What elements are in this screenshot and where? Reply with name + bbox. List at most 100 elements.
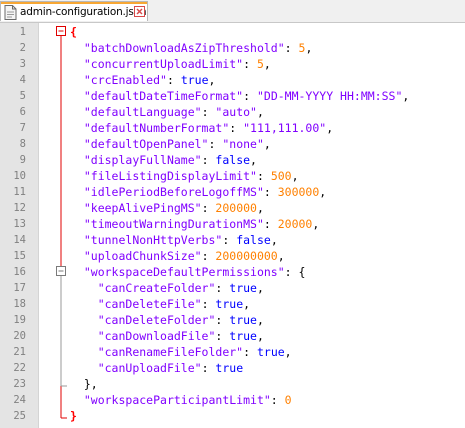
code-line[interactable]: 18 "canDeleteFile": true,	[0, 296, 465, 312]
code-line[interactable]: 1{	[0, 24, 465, 40]
json-key: "keepAlivePingMS"	[83, 201, 202, 215]
json-punct: ,	[256, 313, 264, 327]
json-key: "canRenameFileFolder"	[97, 345, 244, 359]
code-text: "fileListingDisplayLimit": 500,	[83, 169, 299, 183]
json-value: },	[83, 377, 98, 391]
code-line[interactable]: 17 "canCreateFolder": true,	[0, 280, 465, 296]
json-key: "batchDownloadAsZipThreshold"	[83, 41, 285, 55]
json-key: "idlePeriodBeforeLogoffMS"	[83, 185, 264, 199]
json-key: "defaultNumberFormat"	[83, 121, 230, 135]
code-line[interactable]: 12 "keepAlivePingMS": 200000,	[0, 200, 465, 216]
json-punct: ,	[256, 281, 264, 295]
code-line[interactable]: 20 "canDownloadFile": true,	[0, 328, 465, 344]
code-line[interactable]: 19 "canDeleteFolder": true,	[0, 312, 465, 328]
line-number: 8	[19, 138, 26, 150]
line-number: 17	[13, 282, 26, 294]
code-text: "displayFullName": false,	[83, 153, 257, 167]
line-number: 1	[19, 26, 26, 38]
code-text: "canDeleteFile": true,	[97, 297, 251, 311]
code-line[interactable]: 14 "tunnelNonHttpVerbs": false,	[0, 232, 465, 248]
json-value: true	[229, 281, 257, 295]
code-text: "defaultDateTimeFormat": "DD-MM-YYYY HH:…	[83, 89, 410, 103]
json-punct: ,	[243, 297, 251, 311]
json-value: true	[256, 345, 285, 359]
json-punct: ,	[402, 89, 410, 103]
line-number: 23	[13, 378, 26, 390]
line-number: 11	[13, 186, 26, 198]
code-text: "canCreateFolder": true,	[97, 281, 264, 295]
json-value: 0	[284, 393, 292, 407]
line-number: 13	[13, 218, 26, 230]
code-line[interactable]: 8 "defaultOpenPanel": "none",	[0, 136, 465, 152]
json-punct: ,	[256, 201, 264, 215]
json-key: "canCreateFolder"	[97, 281, 216, 295]
json-punct: ,	[270, 233, 278, 247]
json-value: 200000	[215, 201, 257, 215]
code-text: "batchDownloadAsZipThreshold": 5,	[83, 41, 313, 55]
json-punct: ,	[291, 169, 299, 183]
line-number: 14	[13, 234, 26, 246]
json-value: 300000	[277, 185, 320, 199]
json-key: "crcEnabled"	[83, 73, 167, 87]
line-number: 3	[19, 58, 26, 70]
code-line[interactable]: 11 "idlePeriodBeforeLogoffMS": 300000,	[0, 184, 465, 200]
tab-label: admin-configuration.json	[20, 6, 147, 18]
json-key: "defaultOpenPanel"	[83, 137, 209, 151]
code-text: {	[70, 24, 77, 40]
line-number: 19	[13, 314, 26, 326]
code-line[interactable]: 7 "defaultNumberFormat": "111,111.00",	[0, 120, 465, 136]
code-line[interactable]: 4 "crcEnabled": true,	[0, 72, 465, 88]
code-line[interactable]: 2 "batchDownloadAsZipThreshold": 5,	[0, 40, 465, 56]
line-number: 21	[13, 346, 26, 358]
json-key: "fileListingDisplayLimit"	[83, 169, 257, 183]
line-number: 15	[13, 250, 26, 262]
json-key: "canDeleteFolder"	[97, 313, 216, 327]
code-line[interactable]: 15 "uploadChunkSize": 200000000,	[0, 248, 465, 264]
json-punct: ,	[208, 73, 216, 87]
code-text: "idlePeriodBeforeLogoffMS": 300000,	[83, 185, 327, 199]
json-value: 5	[256, 57, 264, 71]
code-line[interactable]: 21 "canRenameFileFolder": true,	[0, 344, 465, 360]
code-line[interactable]: 6 "defaultLanguage": "auto",	[0, 104, 465, 120]
code-line[interactable]: 25}	[0, 408, 465, 424]
code-line[interactable]: 16 "workspaceDefaultPermissions": {	[0, 264, 465, 280]
json-key: "uploadChunkSize"	[83, 249, 202, 263]
line-number: 24	[13, 394, 26, 406]
code-text: "canDownloadFile": true,	[97, 329, 264, 343]
code-text: "defaultOpenPanel": "none",	[83, 137, 271, 151]
json-value: "auto"	[215, 105, 257, 119]
code-line[interactable]: 22 "canUploadFile": true	[0, 360, 465, 376]
code-line[interactable]: 9 "displayFullName": false,	[0, 152, 465, 168]
line-number: 20	[13, 330, 26, 342]
file-icon	[4, 5, 17, 20]
code-line[interactable]: 23 },	[0, 376, 465, 392]
code-line[interactable]: 5 "defaultDateTimeFormat": "DD-MM-YYYY H…	[0, 88, 465, 104]
line-number: 18	[13, 298, 26, 310]
code-text: "timeoutWarningDurationMS": 20000,	[83, 217, 320, 231]
json-value: {	[298, 265, 306, 279]
json-punct: ,	[256, 105, 264, 119]
code-text: }	[70, 408, 77, 424]
code-text: "uploadChunkSize": 200000000,	[83, 249, 285, 263]
json-punct: ,	[263, 57, 271, 71]
code-line[interactable]: 10 "fileListingDisplayLimit": 500,	[0, 168, 465, 184]
line-number: 6	[19, 106, 26, 118]
code-text: "workspaceDefaultPermissions": {	[83, 265, 306, 279]
code-line[interactable]: 13 "timeoutWarningDurationMS": 20000,	[0, 216, 465, 232]
brace: }	[70, 409, 77, 423]
json-key: "concurrentUploadLimit"	[83, 57, 244, 71]
tab-bar: admin-configuration.json	[0, 0, 465, 23]
json-key: "canDeleteFile"	[97, 297, 202, 311]
line-number: 5	[19, 90, 26, 102]
code-line[interactable]: 3 "concurrentUploadLimit": 5,	[0, 56, 465, 72]
line-number: 12	[13, 202, 26, 214]
close-icon[interactable]	[134, 6, 145, 17]
code-editor[interactable]: 1{2 "batchDownloadAsZipThreshold": 5, 3 "…	[0, 23, 465, 428]
code-text: "canUploadFile": true	[97, 361, 244, 375]
tab-admin-configuration[interactable]: admin-configuration.json	[0, 1, 148, 21]
json-value: true	[215, 361, 244, 375]
code-text: "workspaceParticipantLimit": 0	[83, 393, 292, 407]
code-line[interactable]: 24 "workspaceParticipantLimit": 0	[0, 392, 465, 408]
json-key: "canDownloadFile"	[97, 329, 216, 343]
active-tab-indicator	[1, 2, 147, 4]
